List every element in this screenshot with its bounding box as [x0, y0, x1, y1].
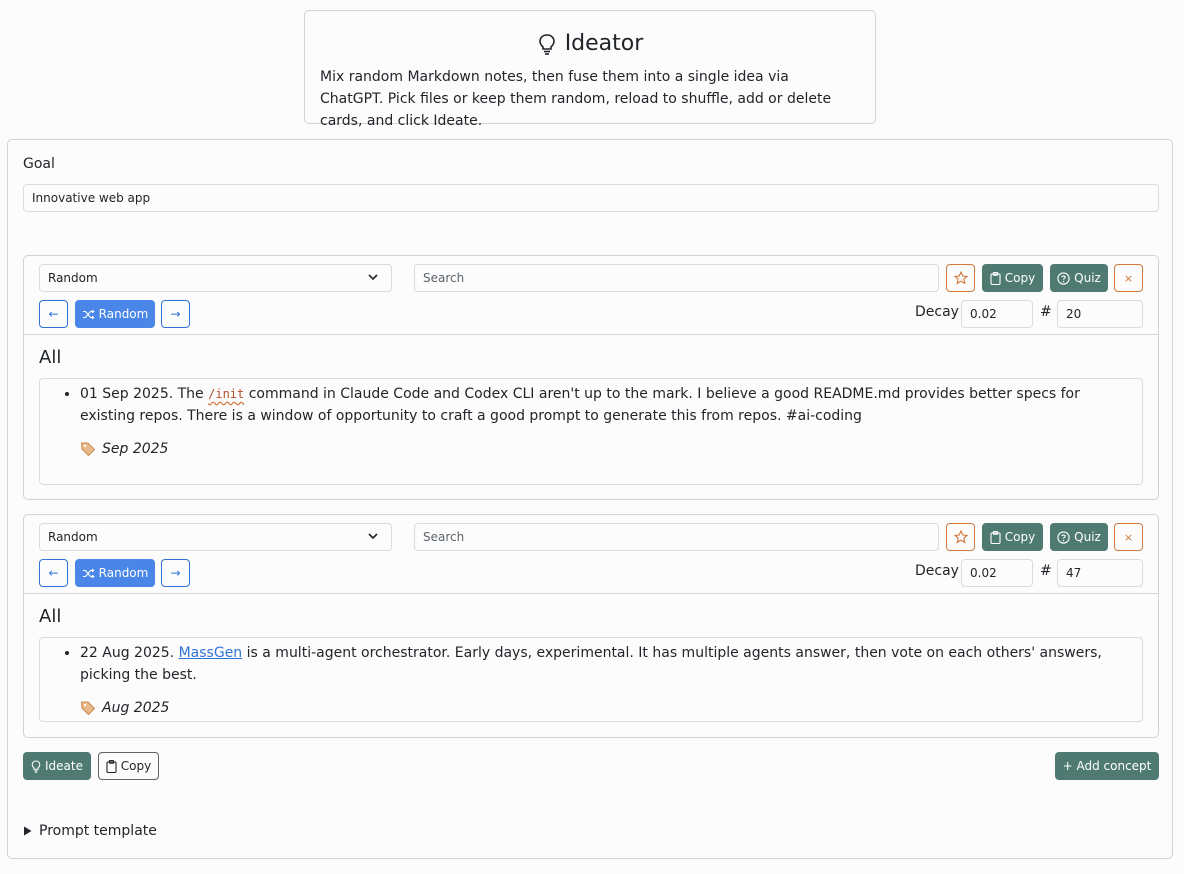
question-circle-icon: [1057, 530, 1070, 544]
random-button[interactable]: Random: [75, 300, 155, 328]
random-label: Random: [98, 307, 149, 321]
star-icon: [953, 530, 968, 544]
prev-button[interactable]: ←: [39, 300, 68, 328]
app-title: Ideator: [305, 31, 875, 56]
copy-label: Copy: [1004, 530, 1036, 544]
tag-icon: [80, 701, 96, 716]
next-button[interactable]: →: [161, 559, 190, 587]
next-button[interactable]: →: [161, 300, 190, 328]
tag-icon: [80, 442, 96, 457]
shuffle-icon: [82, 568, 95, 578]
note-box: 01 Sep 2025. The /init command in Claude…: [39, 378, 1143, 485]
decay-input[interactable]: [961, 559, 1033, 587]
card-toolbar: Random Copy Quiz × ← Random → Decay: [24, 515, 1158, 594]
concept-card: Random Copy Quiz × ← Random → Decay: [23, 514, 1159, 738]
goal-label: Goal: [23, 156, 55, 172]
file-select[interactable]: Random: [39, 264, 392, 292]
file-select-value: Random: [48, 530, 98, 544]
file-select-value: Random: [48, 271, 98, 285]
prompt-template-toggle[interactable]: Prompt template: [23, 823, 157, 839]
search-input[interactable]: [414, 264, 939, 292]
copy-label: Copy: [1004, 271, 1036, 285]
chevron-down-icon: [368, 533, 378, 540]
prompt-template-label: Prompt template: [39, 823, 157, 839]
caret-right-icon: [24, 826, 32, 836]
decay-label: Decay: [915, 304, 959, 320]
count-input[interactable]: [1057, 559, 1143, 587]
chevron-down-icon: [368, 274, 378, 281]
quiz-button[interactable]: Quiz: [1050, 264, 1108, 292]
lightbulb-icon: [31, 759, 41, 773]
count-label: #: [1040, 563, 1052, 579]
random-button[interactable]: Random: [75, 559, 155, 587]
prev-button[interactable]: ←: [39, 559, 68, 587]
note-date: 01 Sep 2025. The: [80, 386, 209, 402]
add-concept-button[interactable]: + Add concept: [1055, 752, 1159, 780]
list-item: 01 Sep 2025. The /init command in Claude…: [80, 383, 1130, 427]
delete-card-button[interactable]: ×: [1114, 523, 1143, 551]
note-link[interactable]: MassGen: [179, 645, 243, 661]
count-input[interactable]: [1057, 300, 1143, 328]
ideate-button[interactable]: Ideate: [23, 752, 91, 780]
note-list: 01 Sep 2025. The /init command in Claude…: [40, 379, 1142, 427]
list-item: 22 Aug 2025. MassGen is a multi-agent or…: [80, 642, 1130, 686]
star-icon: [953, 271, 968, 285]
goal-input[interactable]: [23, 184, 1159, 212]
note-tag: Sep 2025: [80, 441, 1142, 457]
clipboard-icon: [106, 759, 117, 773]
star-button[interactable]: [946, 523, 975, 551]
concept-card: Random Copy Quiz × ← Random → Decay: [23, 255, 1159, 500]
copy-button[interactable]: Copy: [982, 264, 1043, 292]
quiz-label: Quiz: [1074, 530, 1101, 544]
decay-label: Decay: [915, 563, 959, 579]
star-button[interactable]: [946, 264, 975, 292]
shuffle-icon: [82, 309, 95, 319]
random-label: Random: [98, 566, 149, 580]
main-panel: Goal Random Copy Quiz × ←: [7, 139, 1173, 859]
decay-input[interactable]: [961, 300, 1033, 328]
quiz-label: Quiz: [1074, 271, 1101, 285]
section-title: All: [39, 347, 62, 368]
card-toolbar: Random Copy Quiz × ← Random → Decay: [24, 256, 1158, 335]
note-code: /init: [208, 387, 245, 401]
copy-all-label: Copy: [120, 759, 152, 773]
lightbulb-icon: [538, 33, 555, 55]
app-description: Mix random Markdown notes, then fuse the…: [320, 69, 832, 129]
quiz-button[interactable]: Quiz: [1050, 523, 1108, 551]
note-list: 22 Aug 2025. MassGen is a multi-agent or…: [40, 638, 1142, 686]
search-input[interactable]: [414, 523, 939, 551]
note-box: 22 Aug 2025. MassGen is a multi-agent or…: [39, 637, 1143, 722]
note-tag-text: Aug 2025: [102, 700, 170, 716]
section-title: All: [39, 606, 62, 627]
delete-card-button[interactable]: ×: [1114, 264, 1143, 292]
note-tag-text: Sep 2025: [102, 441, 169, 457]
question-circle-icon: [1057, 271, 1070, 285]
copy-button[interactable]: Copy: [982, 523, 1043, 551]
ideate-label: Ideate: [45, 759, 83, 773]
file-select[interactable]: Random: [39, 523, 392, 551]
copy-all-button[interactable]: Copy: [98, 752, 159, 780]
count-label: #: [1040, 304, 1052, 320]
note-tag: Aug 2025: [80, 700, 1142, 716]
app-title-text: Ideator: [564, 31, 644, 56]
clipboard-icon: [990, 271, 1001, 285]
header-card: Ideator Mix random Markdown notes, then …: [304, 10, 876, 129]
clipboard-icon: [990, 530, 1001, 544]
note-date: 22 Aug 2025.: [80, 645, 179, 661]
